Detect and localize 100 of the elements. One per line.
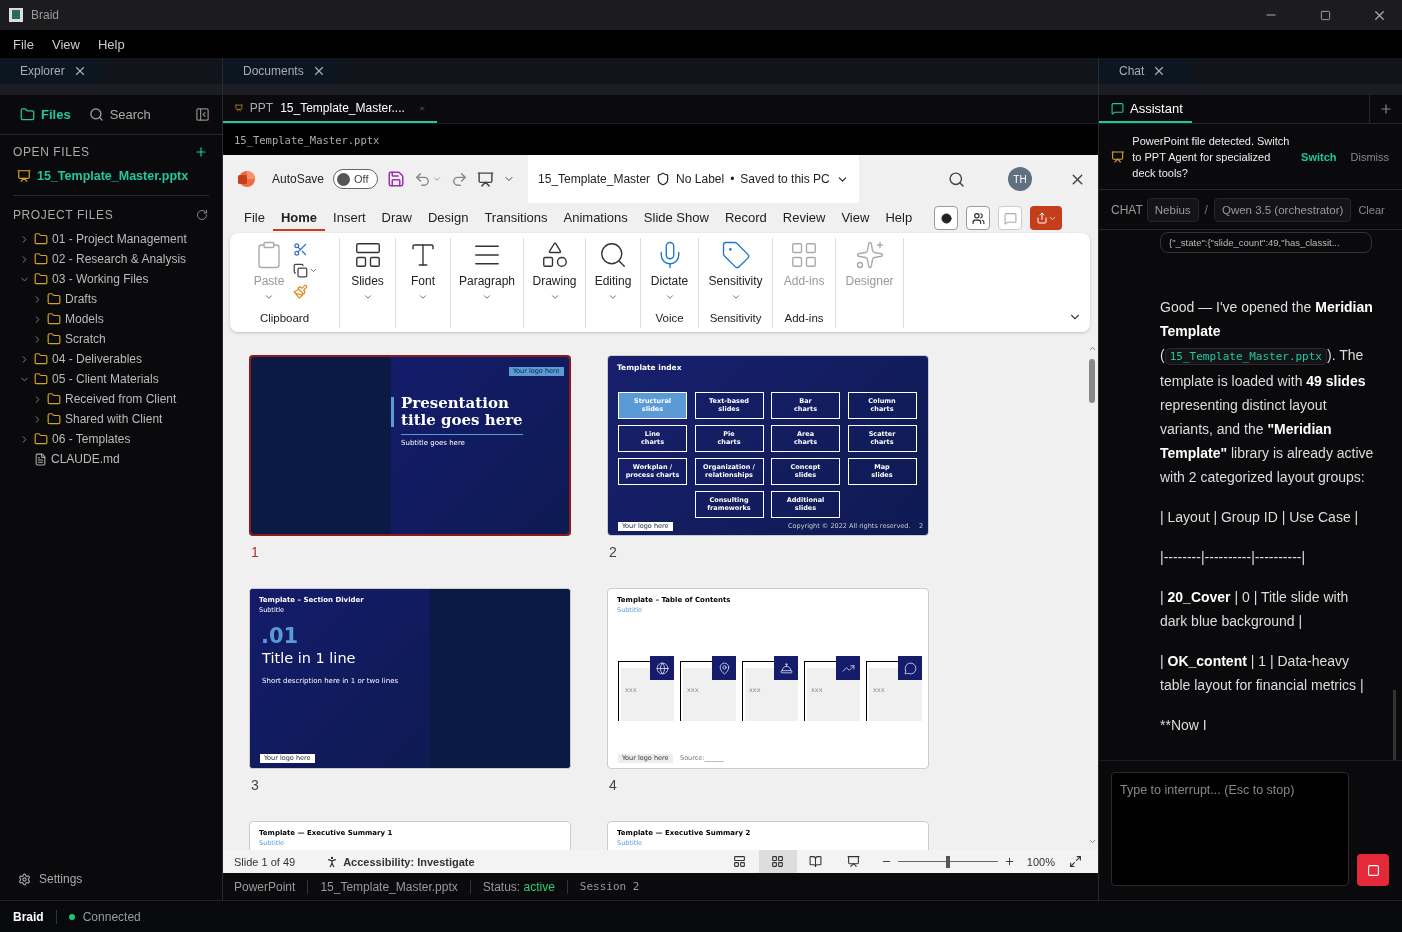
slideshow-icon: [847, 855, 861, 868]
clear-button[interactable]: Clear: [1355, 203, 1388, 216]
ribbon-button[interactable]: Sensitivity: [705, 238, 766, 312]
powerpoint-logo: [237, 170, 255, 188]
copy-button[interactable]: [293, 263, 319, 278]
caret-icon: [482, 292, 492, 302]
presentation-icon: [17, 169, 31, 183]
ribbon-tab[interactable]: Draw: [373, 205, 420, 231]
switch-button[interactable]: Switch: [1298, 150, 1340, 163]
tree-item[interactable]: Scratch: [0, 329, 222, 349]
ribbon-tab[interactable]: Transitions: [476, 205, 556, 231]
message-paragraph: **Now I: [1160, 716, 1208, 735]
tree-item[interactable]: 01 - Project Management: [0, 229, 222, 249]
present-button[interactable]: [477, 170, 495, 188]
group-label: Add-ins: [784, 312, 824, 326]
tree-item[interactable]: 06 - Templates: [0, 429, 222, 449]
tree-item[interactable]: 02 - Research & Analysis: [0, 249, 222, 269]
share-button[interactable]: [1030, 206, 1063, 230]
slide-thumbnail[interactable]: [607, 355, 929, 536]
ribbon-tab[interactable]: Help: [877, 205, 921, 231]
ribbon-tab[interactable]: Insert: [325, 205, 374, 231]
tree-item[interactable]: Models: [0, 309, 222, 329]
ribbon-tab[interactable]: Review: [774, 205, 834, 231]
ribbon-button[interactable]: Paragraph: [456, 238, 519, 312]
app-name: Braid: [13, 909, 44, 924]
panel-tab[interactable]: Explorer: [0, 58, 99, 84]
session-label: Session 2: [579, 880, 640, 893]
collapse-panel-icon[interactable]: [195, 107, 210, 122]
tree-item[interactable]: CLAUDE.md: [0, 449, 222, 469]
ribbon-tab[interactable]: View: [833, 205, 878, 231]
mode-tab[interactable]: Files: [20, 107, 71, 122]
message-input[interactable]: Type to interrupt... (Esc to stop): [1111, 772, 1349, 886]
dismiss-button[interactable]: Dismiss: [1347, 150, 1392, 163]
panel-tab[interactable]: Chat: [1099, 58, 1191, 84]
tab-title: 15_Template_Master....: [280, 101, 405, 115]
zoom-in-icon[interactable]: [1003, 856, 1015, 867]
ribbon-tab[interactable]: File: [236, 205, 273, 231]
fit-to-window-icon[interactable]: [1069, 855, 1082, 868]
record-button[interactable]: [934, 206, 959, 230]
group-label: Sensitivity: [709, 312, 762, 326]
caret-icon: [664, 292, 675, 302]
open-file-item[interactable]: 15_Template_Master.pptx: [0, 163, 222, 189]
grid-view-icon: [771, 855, 785, 868]
ribbon-tab[interactable]: Home: [272, 205, 326, 231]
folder-icon: [47, 332, 61, 346]
folder-icon: [47, 392, 61, 406]
tree-item[interactable]: Drafts: [0, 289, 222, 309]
undo-icon: [414, 170, 432, 188]
scroll-up-icon[interactable]: [1087, 344, 1097, 353]
settings-button[interactable]: Settings: [0, 858, 222, 900]
menu-item[interactable]: View: [42, 32, 89, 56]
redo-button[interactable]: [451, 170, 469, 188]
model-select[interactable]: Qwen 3.5 (orchestrator): [1213, 197, 1352, 222]
slide-title: Presentation title goes here: [401, 395, 524, 428]
search-button[interactable]: [948, 170, 965, 188]
grid-view-button[interactable]: [758, 850, 797, 873]
ribbon-tab[interactable]: Slide Show: [635, 205, 717, 231]
assistant-tab[interactable]: Assistant: [1099, 95, 1192, 123]
user-avatar[interactable]: TH: [1008, 167, 1032, 191]
folder-icon: [47, 292, 61, 306]
provider-select[interactable]: Nebius: [1146, 197, 1199, 222]
stop-button[interactable]: [1357, 854, 1389, 886]
autosave-toggle[interactable]: Off: [333, 169, 379, 189]
ribbon-button[interactable]: Dictate: [647, 238, 692, 312]
scroll-down-icon[interactable]: [1087, 837, 1097, 846]
tree-item[interactable]: 05 - Client Materials: [0, 369, 222, 389]
sparkles-icon: [854, 240, 885, 270]
ribbon-button[interactable]: Slides: [348, 238, 387, 312]
menu-item[interactable]: File: [4, 32, 43, 56]
search-icon: [88, 107, 104, 122]
window-title: Braid: [31, 8, 60, 22]
settings-icon: [18, 872, 31, 886]
tree-item[interactable]: 04 - Deliverables: [0, 349, 222, 369]
add-icon[interactable]: [194, 145, 208, 159]
tree-item[interactable]: Received from Client: [0, 389, 222, 409]
message-paragraph: |--------|----------|----------|: [1160, 548, 1307, 567]
tree-item[interactable]: Shared with Client: [0, 409, 222, 429]
undo-button[interactable]: [414, 170, 443, 188]
ribbon-button[interactable]: Font: [405, 238, 441, 312]
ribbon-tab[interactable]: Animations: [555, 205, 636, 231]
file-name: 15_Template_Master: [538, 172, 651, 186]
caret-icon: [549, 292, 560, 302]
tree-item[interactable]: 03 - Working Files: [0, 269, 222, 289]
ribbon-tab[interactable]: Record: [716, 205, 775, 231]
app-icon: [9, 8, 23, 22]
folder-icon: [47, 412, 61, 426]
accessibility-status[interactable]: Accessibility: Investigate: [343, 855, 475, 868]
mode-tab[interactable]: Search: [88, 107, 151, 122]
menu-item[interactable]: Help: [88, 32, 134, 56]
save-status: Saved to this PC: [740, 172, 830, 186]
refresh-icon[interactable]: [196, 209, 208, 221]
slider-thumb[interactable]: [945, 855, 950, 868]
teams-button[interactable]: [966, 206, 991, 230]
ribbon-tab[interactable]: Design: [419, 205, 477, 231]
folder-icon: [34, 432, 48, 446]
file-path: 15_Template_Master.pptx: [223, 124, 1098, 155]
save-button[interactable]: [387, 170, 406, 188]
ribbon-button[interactable]: Drawing: [529, 238, 580, 312]
panel-tab[interactable]: Documents: [223, 58, 338, 84]
ribbon-button[interactable]: Editing: [591, 238, 635, 312]
